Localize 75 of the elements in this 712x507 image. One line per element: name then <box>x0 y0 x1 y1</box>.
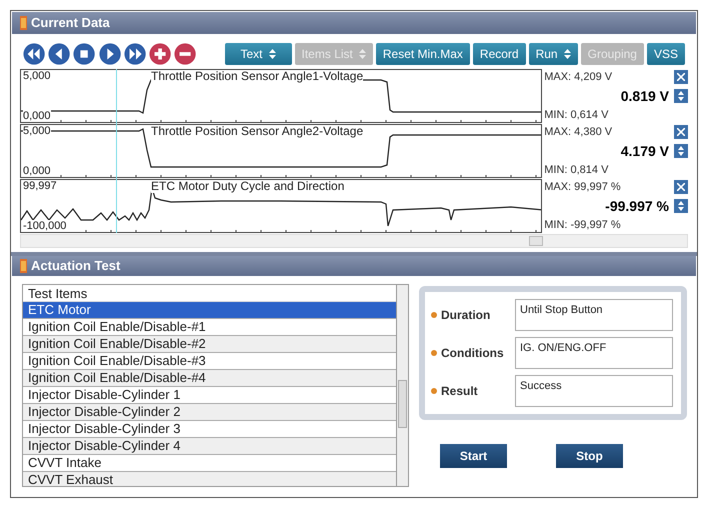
axis-max-label: 5,000 <box>23 70 51 82</box>
graph-title: ETC Motor Duty Cycle and Direction <box>151 180 344 193</box>
updown-icon <box>358 49 366 59</box>
current-value: 0.819 V <box>620 86 669 106</box>
list-item[interactable]: Ignition Coil Enable/Disable-#2 <box>23 336 396 353</box>
graph-title: Throttle Position Sensor Angle2-Voltage <box>151 125 364 138</box>
bullet-icon <box>431 350 437 356</box>
max-reading: MAX: 99,997 % <box>544 180 621 195</box>
list-item[interactable]: Injector Disable-Cylinder 3 <box>23 421 396 438</box>
stop-icon[interactable] <box>73 42 96 66</box>
updown-icon <box>678 146 684 156</box>
max-reading: MAX: 4,380 V <box>544 124 612 140</box>
toolbar-button[interactable]: VSS <box>646 43 685 65</box>
scrollbar-thumb[interactable] <box>529 236 543 246</box>
order-button[interactable] <box>674 89 688 103</box>
current-value: -99.997 % <box>605 196 669 216</box>
close-button[interactable] <box>674 70 688 84</box>
close-icon <box>677 128 685 136</box>
close-icon <box>677 183 685 191</box>
field-label: Result <box>441 383 478 400</box>
bullet-icon <box>431 388 437 394</box>
output-field: Until Stop Button <box>515 299 673 331</box>
min-reading: MIN: -99,997 % <box>544 218 622 233</box>
list-item[interactable]: Ignition Coil Enable/Disable-#1 <box>23 319 396 336</box>
previous-icon[interactable] <box>48 42 70 66</box>
play-icon[interactable] <box>98 42 121 66</box>
toolbar-button[interactable]: Record <box>472 43 526 65</box>
list-item[interactable]: Ignition Coil Enable/Disable-#4 <box>23 370 396 387</box>
axis-max-label: 5,000 <box>23 125 51 137</box>
close-button[interactable] <box>674 125 688 139</box>
axis-min-label: 0,000 <box>23 165 51 177</box>
toolbar-button[interactable]: Reset Min.Max <box>376 43 470 65</box>
field-label: Conditions <box>441 345 504 362</box>
vertical-scrollbar[interactable] <box>396 285 408 486</box>
list-item[interactable]: ETC Motor <box>23 302 396 319</box>
flag-icon <box>20 16 27 30</box>
current-value: 4.179 V <box>620 142 669 160</box>
order-button[interactable] <box>674 144 688 158</box>
updown-icon <box>678 201 684 211</box>
list-item[interactable]: Injector Disable-Cylinder 4 <box>23 438 396 455</box>
updown-icon <box>564 49 571 59</box>
axis-min-label: 0,000 <box>23 110 51 122</box>
min-reading: MIN: 0,814 V <box>544 163 610 178</box>
list-item[interactable]: Injector Disable-Cylinder 1 <box>23 387 396 404</box>
panel-title: Current Data <box>31 14 110 32</box>
plus-icon[interactable] <box>148 42 172 66</box>
flag-icon <box>20 259 27 273</box>
axis-min-label: -100,000 <box>23 220 66 232</box>
output-field: Success <box>515 375 673 407</box>
rewind-icon[interactable] <box>23 42 46 66</box>
graph-title: Throttle Position Sensor Angle1-Voltage <box>151 70 364 83</box>
close-button[interactable] <box>674 180 688 194</box>
order-button[interactable] <box>674 199 688 213</box>
output-field: IG. ON/ENG.OFF <box>515 337 673 369</box>
close-icon <box>677 73 685 81</box>
action-button[interactable]: Start <box>440 444 507 468</box>
horizontal-scrollbar[interactable] <box>20 234 688 248</box>
action-button[interactable]: Stop <box>556 444 623 468</box>
scrollbar-thumb[interactable] <box>398 380 407 428</box>
bullet-icon <box>431 312 437 318</box>
minus-icon[interactable] <box>174 42 196 66</box>
list-item[interactable]: CVVT Exhaust <box>23 472 396 486</box>
updown-icon <box>268 49 276 59</box>
toolbar-button[interactable]: Text <box>224 43 292 65</box>
list-item[interactable]: Ignition Coil Enable/Disable-#3 <box>23 353 396 370</box>
list-item[interactable]: Injector Disable-Cylinder 2 <box>23 404 396 421</box>
toolbar-button[interactable]: Run <box>528 43 578 65</box>
min-reading: MIN: 0,614 V <box>544 108 610 123</box>
updown-icon <box>678 91 684 101</box>
axis-max-label: 99,997 <box>23 180 57 192</box>
max-reading: MAX: 4,209 V <box>544 70 612 85</box>
field-label: Duration <box>441 307 490 324</box>
fast-forward-icon[interactable] <box>124 42 146 66</box>
list-item[interactable]: CVVT Intake <box>23 455 396 472</box>
panel-title: Actuation Test <box>31 257 120 276</box>
